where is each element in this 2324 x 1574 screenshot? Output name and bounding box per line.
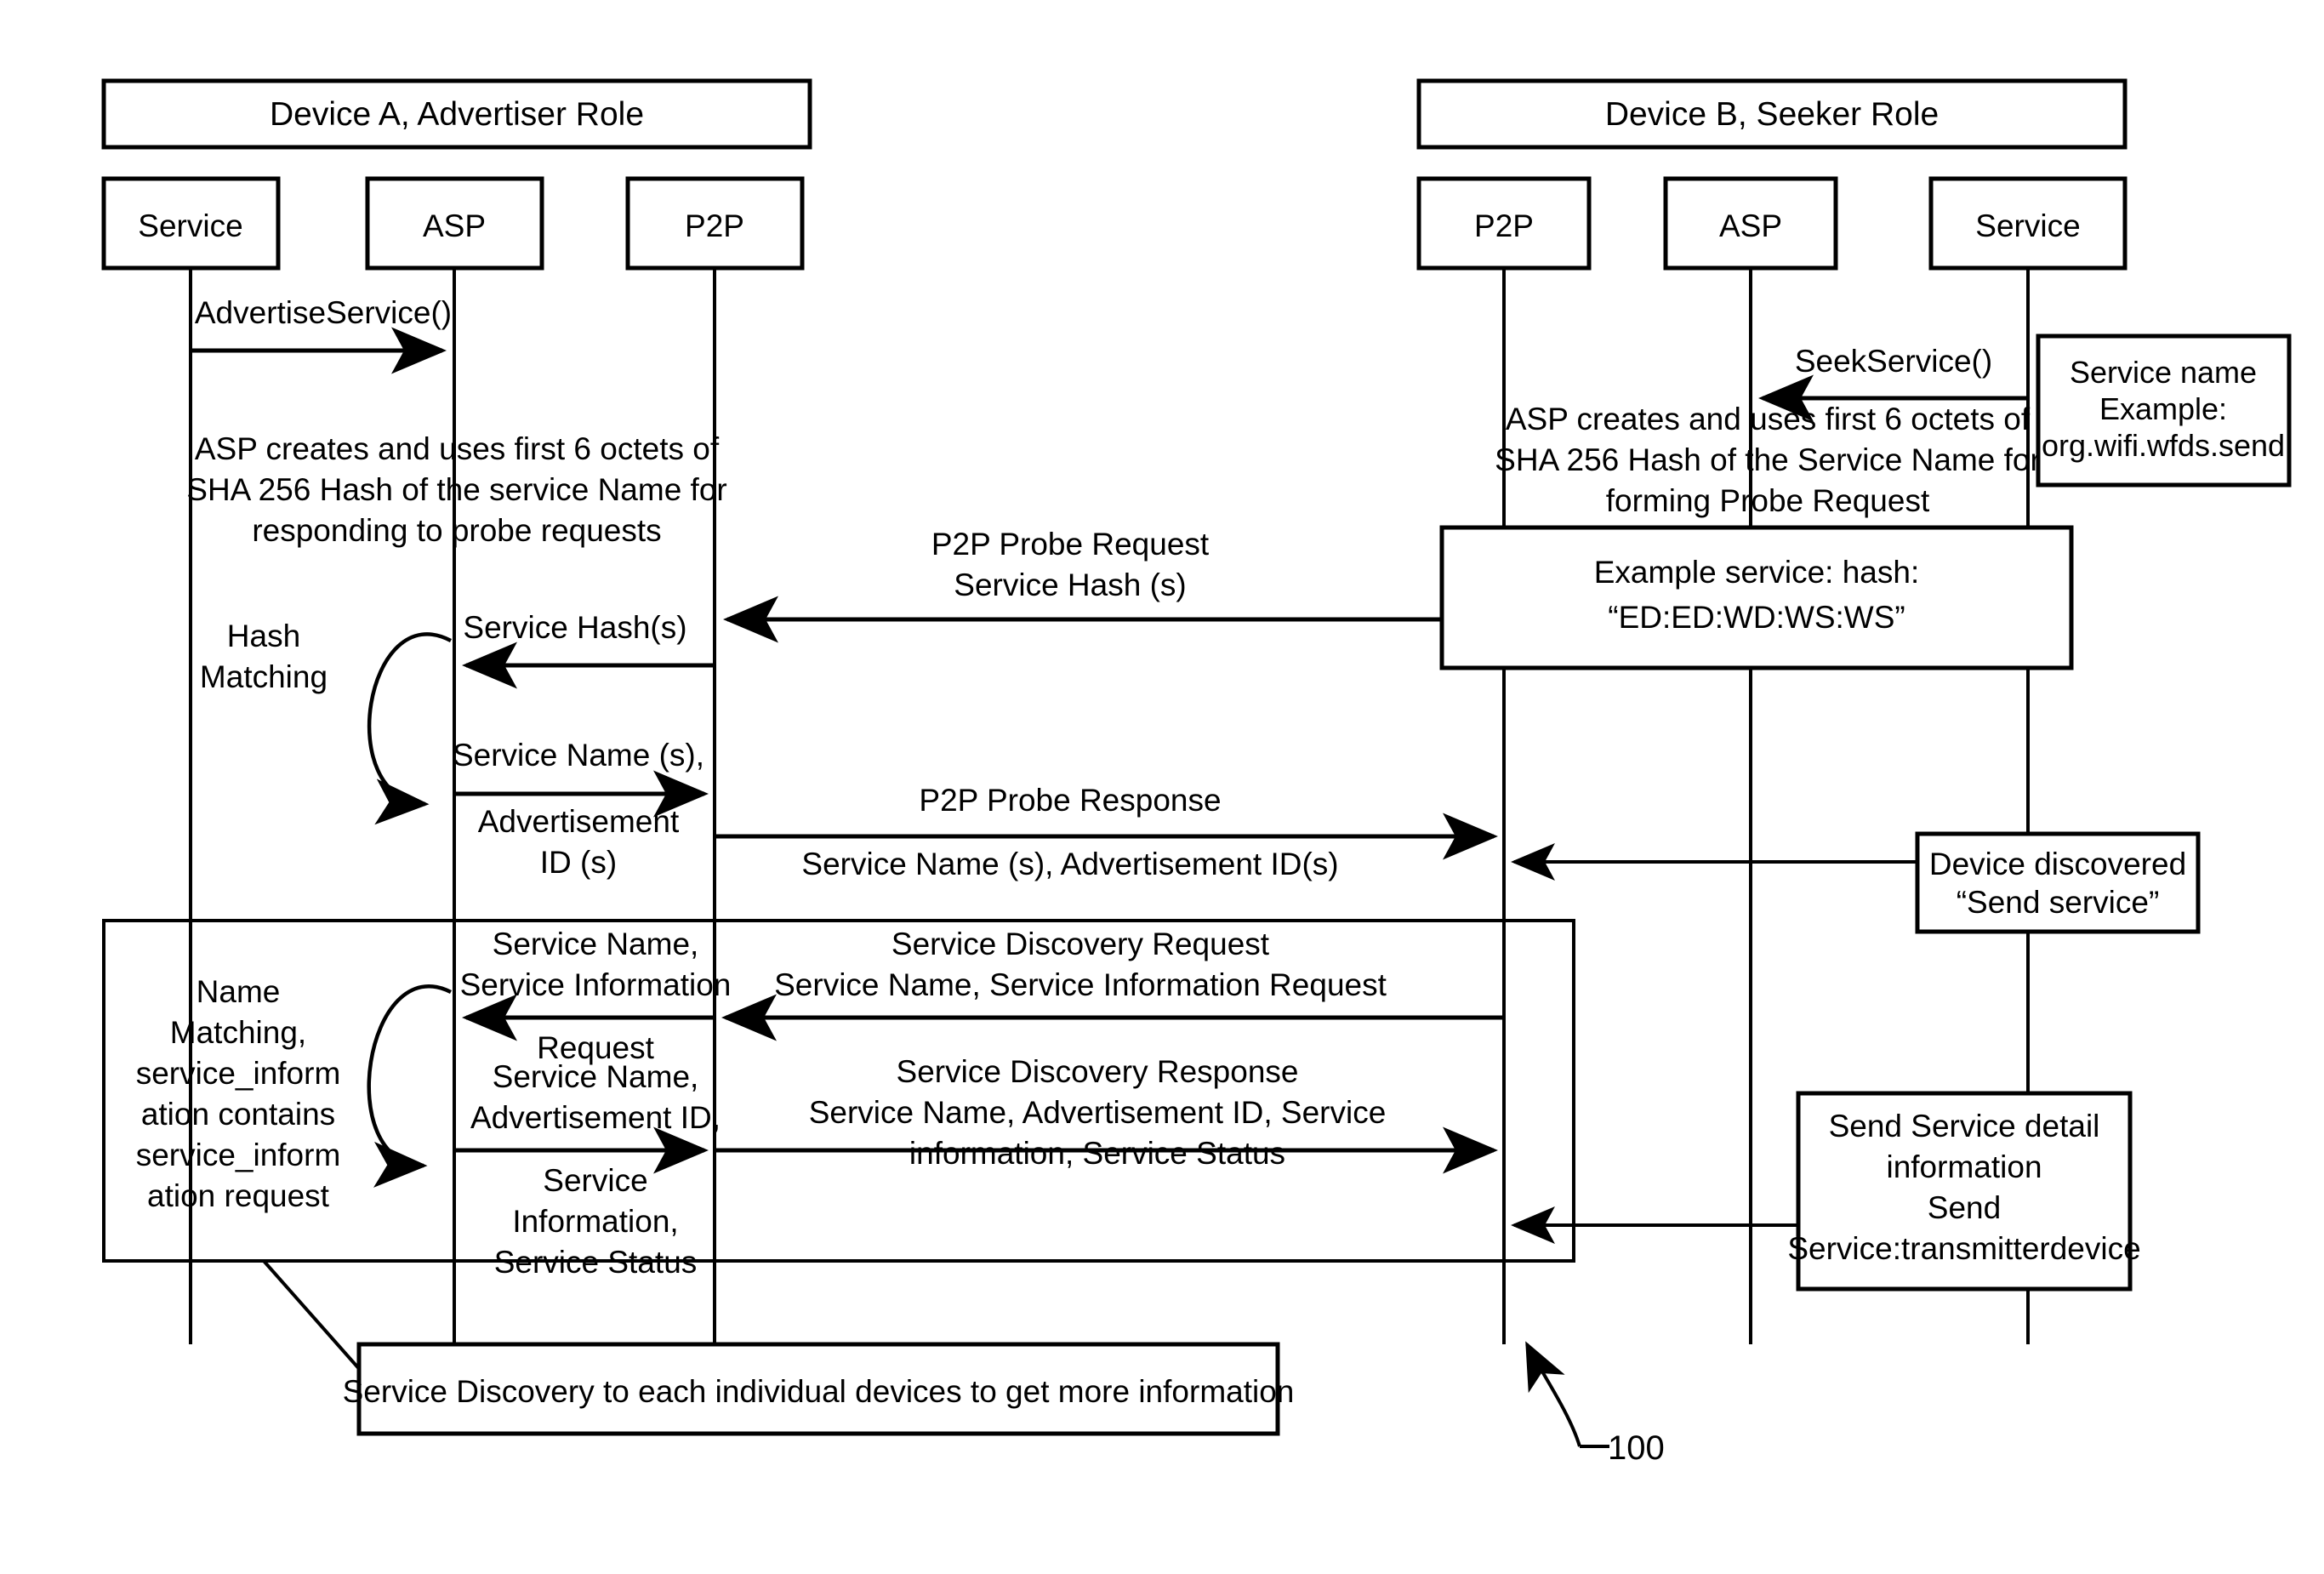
seek-service-label: SeekService() [1795, 344, 1992, 379]
sd-response-left-line1: Service Name, [493, 1059, 699, 1094]
box-send-service-detail: Send Service detail information Send Ser… [1787, 1091, 2141, 1292]
box-service-name-example: Service name Example: org.wifi.wfds.send [2036, 334, 2292, 488]
box-caption: Service Discovery to each individual dev… [343, 1342, 1295, 1436]
device-b-title: Device B, Seeker Role [1605, 96, 1939, 133]
message-seek-service: SeekService() [1758, 344, 2028, 422]
name-matching-line2: Matching, [170, 1015, 306, 1050]
message-service-name-adv-id: Service Name (s), Advertisement ID (s) [453, 738, 709, 880]
box-device-discovered: Device discovered “Send service” [1915, 831, 2201, 934]
example-hash-line1: Example service: hash: [1594, 555, 1920, 590]
message-p2p-probe-request: P2P Probe Request Service Hash (s) [723, 527, 1442, 643]
advertiser-hash-note-line1: ASP creates and uses first 6 octets of [195, 431, 720, 466]
note-advertiser-hash: ASP creates and uses first 6 octets of S… [186, 431, 726, 548]
message-p2p-probe-response: P2P Probe Response Service Name (s), Adv… [715, 783, 1498, 881]
advertisement-id-line1: Advertisement [478, 804, 680, 839]
name-matching-line4: ation contains [141, 1097, 335, 1132]
name-matching-line1: Name [197, 974, 281, 1009]
hash-matching-line2: Matching [200, 659, 328, 694]
note-hash-matching: Hash Matching [200, 619, 328, 694]
probe-request-line1: P2P Probe Request [931, 527, 1210, 562]
seeker-hash-note-line3: forming Probe Request [1606, 483, 1930, 518]
box-example-hash: Example service: hash: “ED:ED:WD:WS:WS” [1439, 525, 2074, 670]
hash-matching-line1: Hash [227, 619, 300, 653]
sd-response-left-line2: Advertisement ID, [470, 1100, 721, 1135]
device-discovered-line1: Device discovered [1929, 847, 2186, 881]
sd-response-left-line5: Service Status [494, 1245, 698, 1280]
caption-text: Service Discovery to each individual dev… [343, 1374, 1295, 1409]
probe-response-line1: P2P Probe Response [919, 783, 1221, 818]
probe-request-line2: Service Hash (s) [954, 567, 1186, 602]
service-hash-label: Service Hash(s) [463, 610, 686, 645]
service-name-example-line2: Example: [2099, 391, 2227, 426]
lifeline-label-a-asp: ASP [423, 208, 486, 243]
sd-request-mid-line2: Service Name, Service Information Reques… [774, 967, 1387, 1002]
device-a-header: Device A, Advertiser Role [101, 78, 812, 150]
seeker-hash-note-line1: ASP creates and uses first 6 octets of [1506, 402, 2031, 436]
message-sd-request-left: Service Name, Service Information Reques… [460, 927, 732, 1065]
lifeline-label-b-p2p: P2P [1474, 208, 1534, 243]
advertisement-id-line2: ID (s) [540, 845, 617, 880]
sd-response-mid-line2: Service Name, Advertisement ID, Service [809, 1095, 1387, 1130]
device-b-header: Device B, Seeker Role [1416, 78, 2127, 150]
service-name-example-line3: org.wifi.wfds.send [2042, 428, 2285, 463]
lifeline-head-b-asp: ASP [1663, 176, 1838, 271]
lifeline-label-b-asp: ASP [1719, 208, 1782, 243]
message-advertise-service: AdvertiseService() [191, 295, 452, 374]
reference-numeral-100: 100 [1525, 1341, 1665, 1467]
send-service-detail-line3: Send [1928, 1190, 2001, 1225]
send-service-detail-line2: information [1886, 1149, 2042, 1184]
sd-response-left-line4: Information, [512, 1204, 678, 1239]
message-service-hash: Service Hash(s) [462, 610, 715, 689]
advertiser-hash-note-line2: SHA 256 Hash of the service Name for [186, 472, 726, 507]
name-matching-line6: ation request [147, 1178, 330, 1213]
lifeline-label-a-service: Service [138, 208, 242, 243]
name-matching-line3: service_inform [136, 1056, 341, 1091]
service-name-s-label: Service Name (s), [453, 738, 704, 773]
hash-matching-self-loop [367, 632, 453, 825]
send-service-detail-line1: Send Service detail [1829, 1109, 2100, 1143]
note-name-matching: Name Matching, service_inform ation cont… [136, 974, 341, 1213]
sd-request-left-line1: Service Name, [493, 927, 699, 961]
advertise-service-label: AdvertiseService() [195, 295, 452, 330]
lifeline-label-b-service: Service [1975, 208, 2080, 243]
name-matching-line5: service_inform [136, 1138, 341, 1172]
message-sd-response-mid: Service Discovery Response Service Name,… [715, 1054, 1498, 1174]
probe-response-line2: Service Name (s), Advertisement ID(s) [801, 847, 1338, 881]
lifeline-head-b-service: Service [1928, 176, 2127, 271]
sequence-diagram-svg: Device A, Advertiser Role Device B, Seek… [101, 78, 2292, 1467]
lifeline-head-a-p2p: P2P [625, 176, 805, 271]
sd-response-mid-line1: Service Discovery Response [897, 1054, 1299, 1089]
note-seeker-hash: ASP creates and uses first 6 octets of S… [1495, 402, 2041, 518]
name-matching-self-loop [367, 984, 453, 1188]
service-name-example-line1: Service name [2070, 355, 2257, 390]
message-sd-response-left: Service Name, Advertisement ID, Service … [454, 1059, 721, 1280]
lifeline-label-a-p2p: P2P [685, 208, 744, 243]
sd-response-left-line3: Service [543, 1163, 647, 1198]
lifeline-head-a-service: Service [101, 176, 281, 271]
seeker-hash-note-line2: SHA 256 Hash of the Service Name for [1495, 442, 2041, 477]
sd-response-mid-line3: information, Service Status [909, 1136, 1285, 1171]
sd-request-mid-line1: Service Discovery Request [891, 927, 1270, 961]
message-sd-request-mid: Service Discovery Request Service Name, … [721, 927, 1504, 1041]
example-hash-line2: “ED:ED:WD:WS:WS” [1608, 600, 1905, 635]
sd-request-left-line2: Service Information [460, 967, 732, 1002]
caption-leader-line [262, 1259, 369, 1380]
device-discovered-line2: “Send service” [1957, 885, 2160, 920]
reference-numeral-label: 100 [1608, 1429, 1665, 1467]
advertiser-hash-note-line3: responding to probe requests [252, 513, 661, 548]
lifeline-head-a-asp: ASP [365, 176, 544, 271]
lifeline-head-b-p2p: P2P [1416, 176, 1592, 271]
device-a-title: Device A, Advertiser Role [270, 96, 644, 133]
figure-canvas: Device A, Advertiser Role Device B, Seek… [0, 0, 2324, 1574]
send-service-detail-line4: Service:transmitterdevice [1787, 1231, 2140, 1266]
